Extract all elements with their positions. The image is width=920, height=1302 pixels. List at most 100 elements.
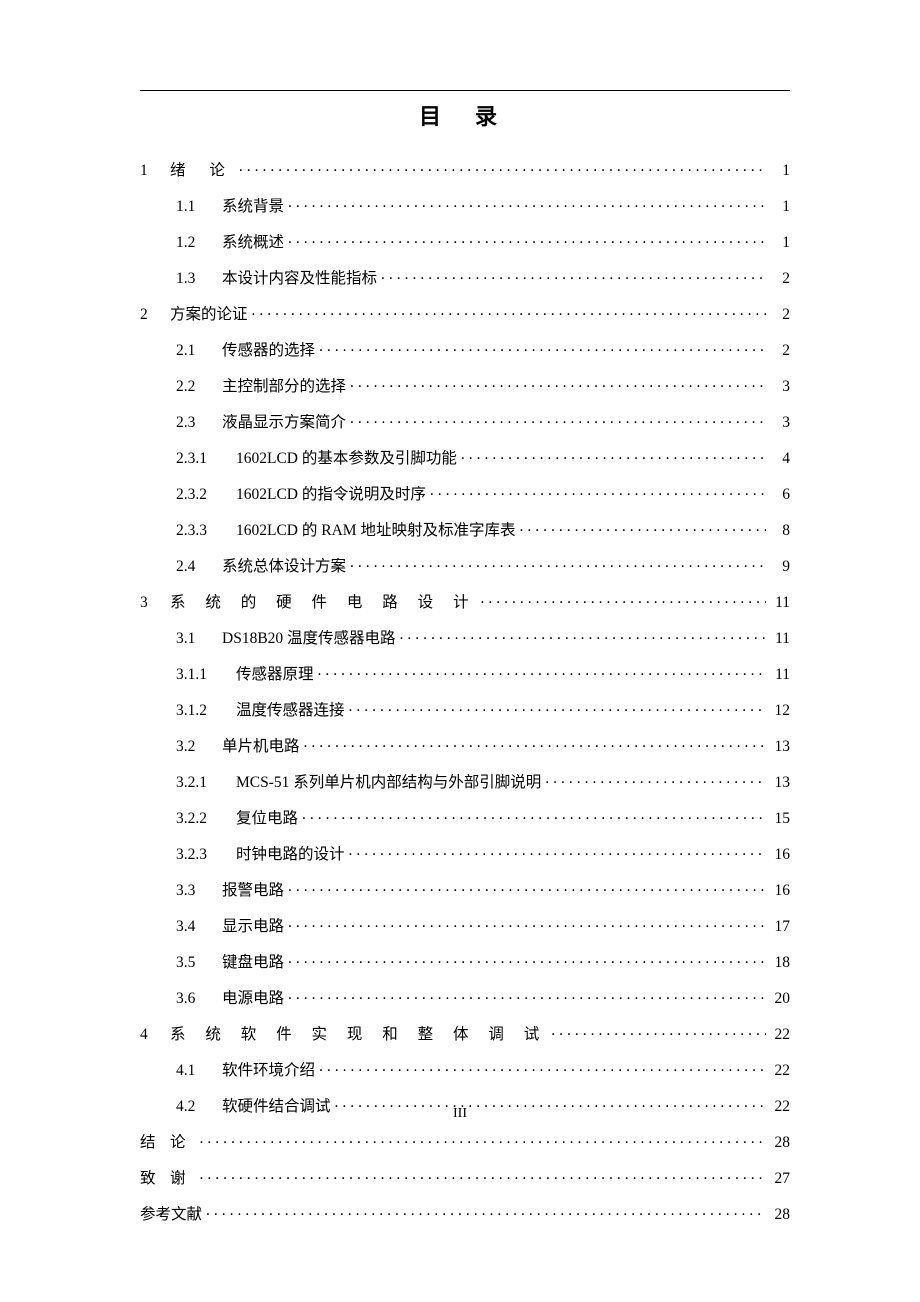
toc-entry[interactable]: 2方案的论证2	[140, 303, 790, 322]
toc-entry-page: 13	[770, 775, 790, 791]
toc-entry[interactable]: 2.3.31602LCD 的 RAM 地址映射及标准字库表8	[140, 519, 790, 538]
toc-entry-number: 2.3	[176, 415, 222, 431]
toc-entry[interactable]: 3.6电源电路20	[140, 987, 790, 1006]
toc-entry[interactable]: 4系 统 软 件 实 现 和 整 体 调 试22	[140, 1023, 790, 1042]
toc-entry-number: 2	[140, 307, 170, 323]
toc-entry-page: 9	[770, 559, 790, 575]
toc-entry-page: 3	[770, 379, 790, 395]
toc-entry-page: 13	[770, 739, 790, 755]
toc-entry-number: 1.3	[176, 271, 222, 287]
toc-entry-label: 键盘电路	[222, 955, 284, 971]
toc-entry[interactable]: 2.1传感器的选择2	[140, 339, 790, 358]
toc-entry-label: 1602LCD 的 RAM 地址映射及标准字库表	[236, 523, 515, 539]
toc-leader-dots	[350, 411, 766, 427]
toc-entry-page: 1	[770, 235, 790, 251]
toc-entry-label: 软件环境介绍	[222, 1063, 315, 1079]
toc-entry[interactable]: 4.1软件环境介绍22	[140, 1059, 790, 1078]
toc-entry[interactable]: 1绪 论1	[140, 159, 790, 178]
toc-entry-page: 28	[770, 1135, 790, 1151]
toc-leader-dots	[319, 339, 766, 355]
toc-entry-label: 系 统 的 硬 件 电 路 设 计	[170, 595, 477, 611]
toc-entry-number: 2.1	[176, 343, 222, 359]
horizontal-rule	[140, 90, 790, 91]
toc-entry[interactable]: 1.2系统概述1	[140, 231, 790, 250]
toc-entry-label: 主控制部分的选择	[222, 379, 346, 395]
toc-entry-page: 18	[770, 955, 790, 971]
toc-leader-dots	[200, 1131, 766, 1147]
toc-entry-number: 3.2.1	[176, 775, 236, 791]
toc-leader-dots	[304, 735, 766, 751]
toc-leader-dots	[461, 447, 766, 463]
toc-entry[interactable]: 3.2.2复位电路15	[140, 807, 790, 826]
toc-entry[interactable]: 参考文献 28	[140, 1203, 790, 1222]
toc-entry-page: 28	[770, 1207, 790, 1223]
toc-entry[interactable]: 1.1系统背景1	[140, 195, 790, 214]
toc-entry[interactable]: 2.3.21602LCD 的指令说明及时序6	[140, 483, 790, 502]
toc-entry-label: 液晶显示方案简介	[222, 415, 346, 431]
toc-entry[interactable]: 3.4显示电路17	[140, 915, 790, 934]
toc-entry-page: 11	[770, 595, 790, 611]
toc-leader-dots	[350, 555, 766, 571]
toc-entry[interactable]: 1.3本设计内容及性能指标2	[140, 267, 790, 286]
toc-entry-number: 致	[140, 1171, 170, 1187]
toc-entry[interactable]: 3.2.1MCS-51 系列单片机内部结构与外部引脚说明 13	[140, 771, 790, 790]
toc-entry-number: 2.3.1	[176, 451, 236, 467]
toc-leader-dots	[481, 591, 766, 607]
toc-entry-number: 3.3	[176, 883, 222, 899]
toc-entry[interactable]: 2.2主控制部分的选择 3	[140, 375, 790, 394]
toc-entry-number: 2.2	[176, 379, 222, 395]
toc-entry-page: 4	[770, 451, 790, 467]
toc-leader-dots	[545, 771, 766, 787]
toc-entry-label: 论	[170, 1135, 196, 1151]
toc-leader-dots	[252, 303, 766, 319]
toc-entry-page: 17	[770, 919, 790, 935]
toc-entry-label: 绪 论	[170, 163, 235, 179]
toc-entry-page: 2	[770, 307, 790, 323]
toc-entry-page: 12	[770, 703, 790, 719]
toc-entry[interactable]: 3.5键盘电路18	[140, 951, 790, 970]
toc-entry-page: 11	[770, 631, 790, 647]
toc-entry[interactable]: 2.3.11602LCD 的基本参数及引脚功能4	[140, 447, 790, 466]
toc-entry[interactable]: 3.2.3时钟电路的设计 16	[140, 843, 790, 862]
toc-entry[interactable]: 3.1.2温度传感器连接12	[140, 699, 790, 718]
toc-entry-number: 结	[140, 1135, 170, 1151]
toc-entry[interactable]: 3系 统 的 硬 件 电 路 设 计 11	[140, 591, 790, 610]
toc-entry-label: 系 统 软 件 实 现 和 整 体 调 试	[170, 1027, 547, 1043]
toc-entry-number: 2.4	[176, 559, 222, 575]
toc-entry-number: 3.6	[176, 991, 222, 1007]
toc-entry[interactable]: 3.1.1传感器原理11	[140, 663, 790, 682]
toc-entry-number: 3	[140, 595, 170, 611]
toc-entry[interactable]: 3.1DS18B20 温度传感器电路11	[140, 627, 790, 646]
toc-leader-dots	[288, 195, 766, 211]
toc-entry-page: 15	[770, 811, 790, 827]
toc-entry-label: 复位电路	[236, 811, 298, 827]
toc-entry-label: 谢	[170, 1171, 196, 1187]
toc-entry[interactable]: 2.4系统总体设计方案9	[140, 555, 790, 574]
toc-entry-page: 16	[770, 883, 790, 899]
toc-entry-label: 报警电路	[222, 883, 284, 899]
toc-entry-page: 22	[770, 1099, 790, 1115]
toc-leader-dots	[288, 987, 766, 1003]
toc-leader-dots	[430, 483, 766, 499]
toc-entry-page: 6	[770, 487, 790, 503]
toc-entry-label: MCS-51 系列单片机内部结构与外部引脚说明	[236, 775, 541, 791]
toc-leader-dots	[335, 1095, 766, 1111]
toc-entry-label: 参考文献	[140, 1207, 202, 1223]
toc-entry[interactable]: 3.3报警电路 16	[140, 879, 790, 898]
toc-entry-page: 16	[770, 847, 790, 863]
toc-entry-label: 时钟电路的设计	[236, 847, 345, 863]
toc-entry-page: 2	[770, 343, 790, 359]
toc-entry-number: 3.2.3	[176, 847, 236, 863]
toc-entry-number: 4	[140, 1027, 170, 1043]
toc-entry[interactable]: 3.2单片机电路13	[140, 735, 790, 754]
toc-entry[interactable]: 2.3液晶显示方案简介3	[140, 411, 790, 430]
toc-leader-dots	[551, 1023, 766, 1039]
toc-entry-page: 2	[770, 271, 790, 287]
toc-entry[interactable]: 结论 28	[140, 1131, 790, 1150]
toc-leader-dots	[349, 843, 766, 859]
toc-entry[interactable]: 致谢27	[140, 1167, 790, 1186]
toc-leader-dots	[319, 1059, 766, 1075]
toc-entry-label: 系统背景	[222, 199, 284, 215]
toc-leader-dots	[288, 231, 766, 247]
toc-leader-dots	[288, 915, 766, 931]
